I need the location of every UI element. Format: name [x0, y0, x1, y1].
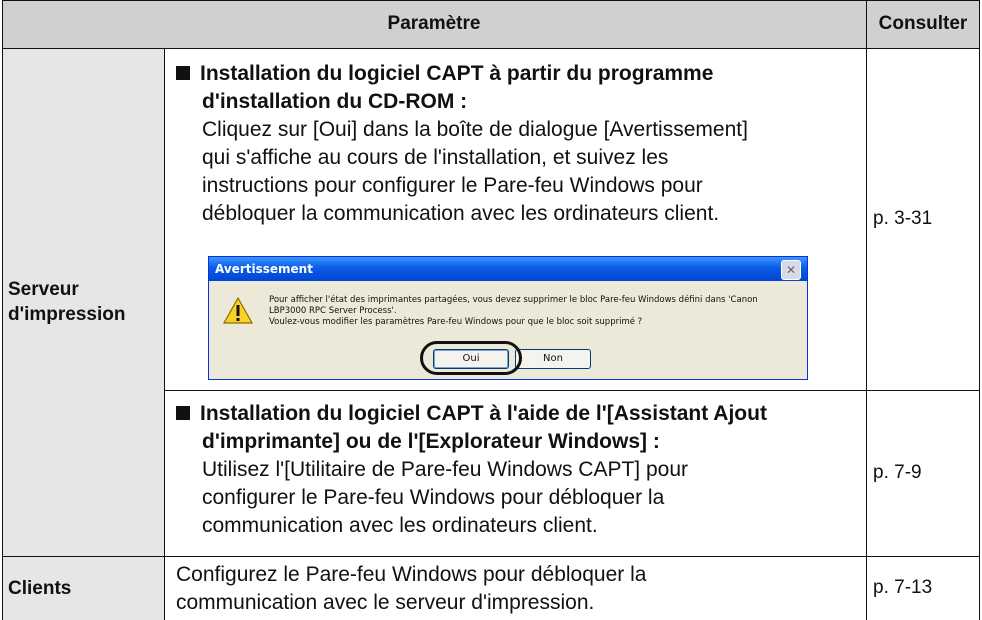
row-label-serveur-line1: Serveur	[8, 279, 79, 300]
parameter-table: Paramètre Consulter Serveur d'impression…	[2, 0, 980, 620]
section2-body-line2: configurer le Pare-feu Windows pour débl…	[202, 486, 665, 509]
clients-description: Configurez le Pare-feu Windows pour débl…	[176, 561, 856, 617]
reference-clients: p. 7-13	[873, 577, 933, 598]
rule	[2, 0, 3, 620]
section1-body-line1: Cliquez sur [Oui] dans la boîte de dialo…	[202, 118, 748, 141]
rule	[164, 48, 165, 620]
dialog-message-line2: LBP3000 RPC Server Process'.	[269, 306, 397, 316]
section2-title-line1: Installation du logiciel CAPT à l'aide d…	[200, 402, 767, 425]
rule	[2, 0, 980, 1]
clients-body-line1: Configurez le Pare-feu Windows pour débl…	[176, 563, 647, 586]
bullet-square	[176, 406, 190, 420]
dialog-message-line3: Voulez-vous modifier les paramètres Pare…	[269, 317, 643, 327]
dialog-title: Avertissement	[215, 262, 313, 276]
reference-section1: p. 3-31	[873, 208, 933, 229]
dialog-message-line1: Pour afficher l'état des imprimantes par…	[269, 295, 758, 305]
close-icon[interactable]: ✕	[781, 260, 801, 280]
rule	[866, 0, 867, 620]
warning-dialog: Avertissement ✕ Pour afficher l'état des…	[208, 256, 808, 380]
section2-title-line2: d'imprimante] ou de l'[Explorateur Windo…	[202, 430, 660, 453]
row-label-clients: Clients	[2, 556, 164, 620]
section-assistant: Installation du logiciel CAPT à l'aide d…	[176, 400, 856, 540]
section2-body-line3: communication avec les ordinateurs clien…	[202, 514, 598, 537]
warning-icon	[222, 296, 254, 329]
reference-section2: p. 7-9	[873, 462, 922, 483]
section1-body-line3: instructions pour configurer le Pare-feu…	[202, 174, 703, 197]
header-consulter: Consulter	[866, 0, 980, 48]
rule	[2, 556, 980, 557]
bullet-square	[176, 66, 190, 80]
rule	[2, 48, 980, 49]
rule	[164, 390, 980, 391]
section1-body-line4: débloquer la communication avec les ordi…	[202, 202, 720, 225]
section1-title-line1: Installation du logiciel CAPT à partir d…	[200, 62, 714, 85]
section1-title-line2: d'installation du CD-ROM :	[202, 90, 468, 113]
header-parametre: Paramètre	[2, 0, 866, 48]
section-cd-rom: Installation du logiciel CAPT à partir d…	[176, 60, 856, 228]
row-label-serveur: Serveur d'impression	[2, 48, 164, 556]
dialog-titlebar: Avertissement ✕	[209, 257, 807, 281]
rule	[979, 0, 980, 620]
highlight-ring	[420, 341, 522, 375]
section1-body-line2: qui s'affiche au cours de l'installation…	[202, 146, 669, 169]
clients-body-line2: communication avec le serveur d'impressi…	[176, 591, 595, 614]
section2-body-line1: Utilisez l'[Utilitaire de Pare-feu Windo…	[202, 458, 689, 481]
non-button[interactable]: Non	[515, 349, 591, 369]
row-label-serveur-line2: d'impression	[8, 304, 126, 325]
dialog-message: Pour afficher l'état des imprimantes par…	[269, 295, 799, 328]
